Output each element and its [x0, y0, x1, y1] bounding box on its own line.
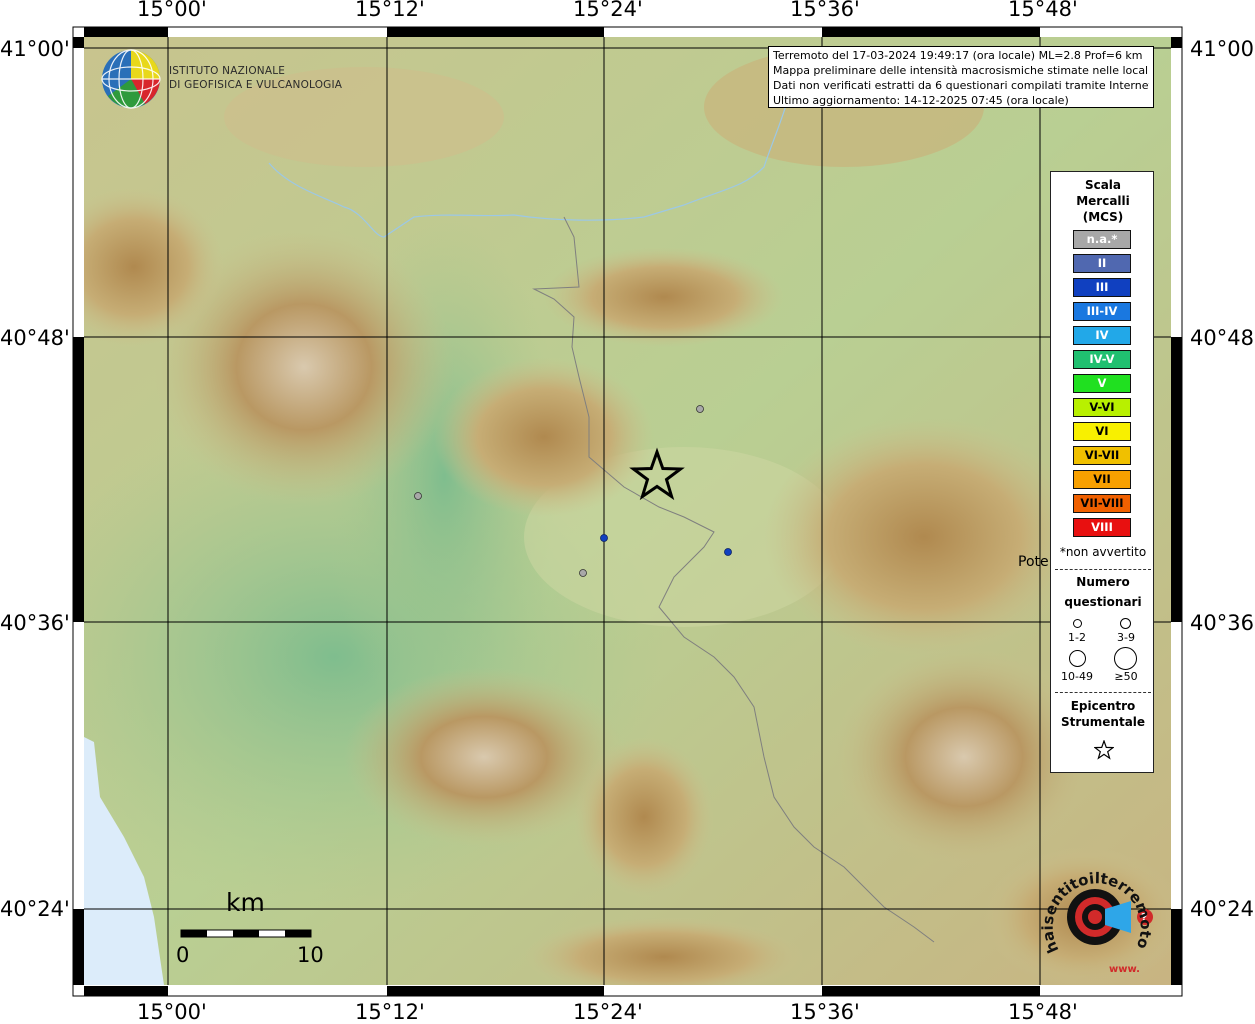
intensity-swatch-ii: II	[1073, 254, 1131, 273]
intensity-swatch-vii: VII	[1073, 470, 1131, 489]
count-circle-small	[1073, 619, 1082, 628]
intensity-swatch-viii: VIII	[1073, 518, 1131, 537]
intensity-swatch-vi-vii: VI-VII	[1073, 446, 1131, 465]
count-circle-medium	[1120, 618, 1131, 629]
legend-divider	[1055, 569, 1151, 570]
scalebar-max: 10	[297, 943, 324, 967]
count-label-4: ≥50	[1114, 670, 1138, 683]
logo-www: www.	[1109, 964, 1140, 975]
legend-title: Scala Mercalli (MCS)	[1051, 177, 1155, 225]
intensity-swatch-v: V	[1073, 374, 1131, 393]
observation-point[interactable]	[579, 569, 587, 577]
place-label: Pote	[1018, 554, 1049, 570]
observation-point[interactable]	[600, 534, 608, 542]
scalebar-min: 0	[176, 943, 190, 967]
intensity-swatch-iii: III	[1073, 278, 1131, 297]
legend-panel: Scala Mercalli (MCS) n.a.* II III III-IV IV I…	[1050, 171, 1154, 773]
haisentito-logo: ? haisentitoilterremoto.it www.	[1035, 855, 1155, 975]
legend-title-line1: Scala	[1084, 178, 1122, 192]
epicenter-title-line1: Epicentro	[1070, 699, 1136, 713]
count-title-line2: questionari	[1064, 595, 1142, 609]
intensity-swatch-vi: VI	[1073, 422, 1131, 441]
intensity-swatch-iii-iv: III-IV	[1073, 302, 1131, 321]
scalebar	[180, 929, 312, 938]
intensity-swatch-n-a: n.a.*	[1073, 230, 1131, 249]
scalebar-unit: km	[226, 888, 265, 917]
intensity-swatch-iv-v: IV-V	[1073, 350, 1131, 369]
count-label-2: 3-9	[1117, 631, 1135, 644]
count-label-3: 10-49	[1061, 670, 1093, 683]
observation-point[interactable]	[724, 548, 732, 556]
intensity-swatch-v-vi: V-VI	[1073, 398, 1131, 417]
observation-point[interactable]	[414, 492, 422, 500]
epicenter-legend-star-icon	[1094, 740, 1114, 760]
observation-point[interactable]	[696, 405, 704, 413]
epicenter-title: Epicentro Strumentale	[1051, 698, 1155, 730]
epicenter-title-line2: Strumentale	[1060, 715, 1146, 729]
count-circle-xlarge	[1114, 647, 1137, 670]
intensity-swatch-vii-viii: VII-VIII	[1073, 494, 1131, 513]
count-circle-large	[1069, 650, 1086, 667]
intensity-swatch-iv: IV	[1073, 326, 1131, 345]
epicenter-star-icon[interactable]	[629, 447, 685, 501]
legend-note: *non avvertito	[1059, 545, 1147, 559]
legend-title-line2: Mercalli	[1076, 194, 1130, 208]
legend-title-line3: (MCS)	[1082, 210, 1124, 224]
legend-divider	[1055, 692, 1151, 693]
count-label-1: 1-2	[1068, 631, 1086, 644]
count-title-line1: Numero	[1076, 575, 1130, 589]
count-title: Numero questionari	[1051, 572, 1155, 612]
